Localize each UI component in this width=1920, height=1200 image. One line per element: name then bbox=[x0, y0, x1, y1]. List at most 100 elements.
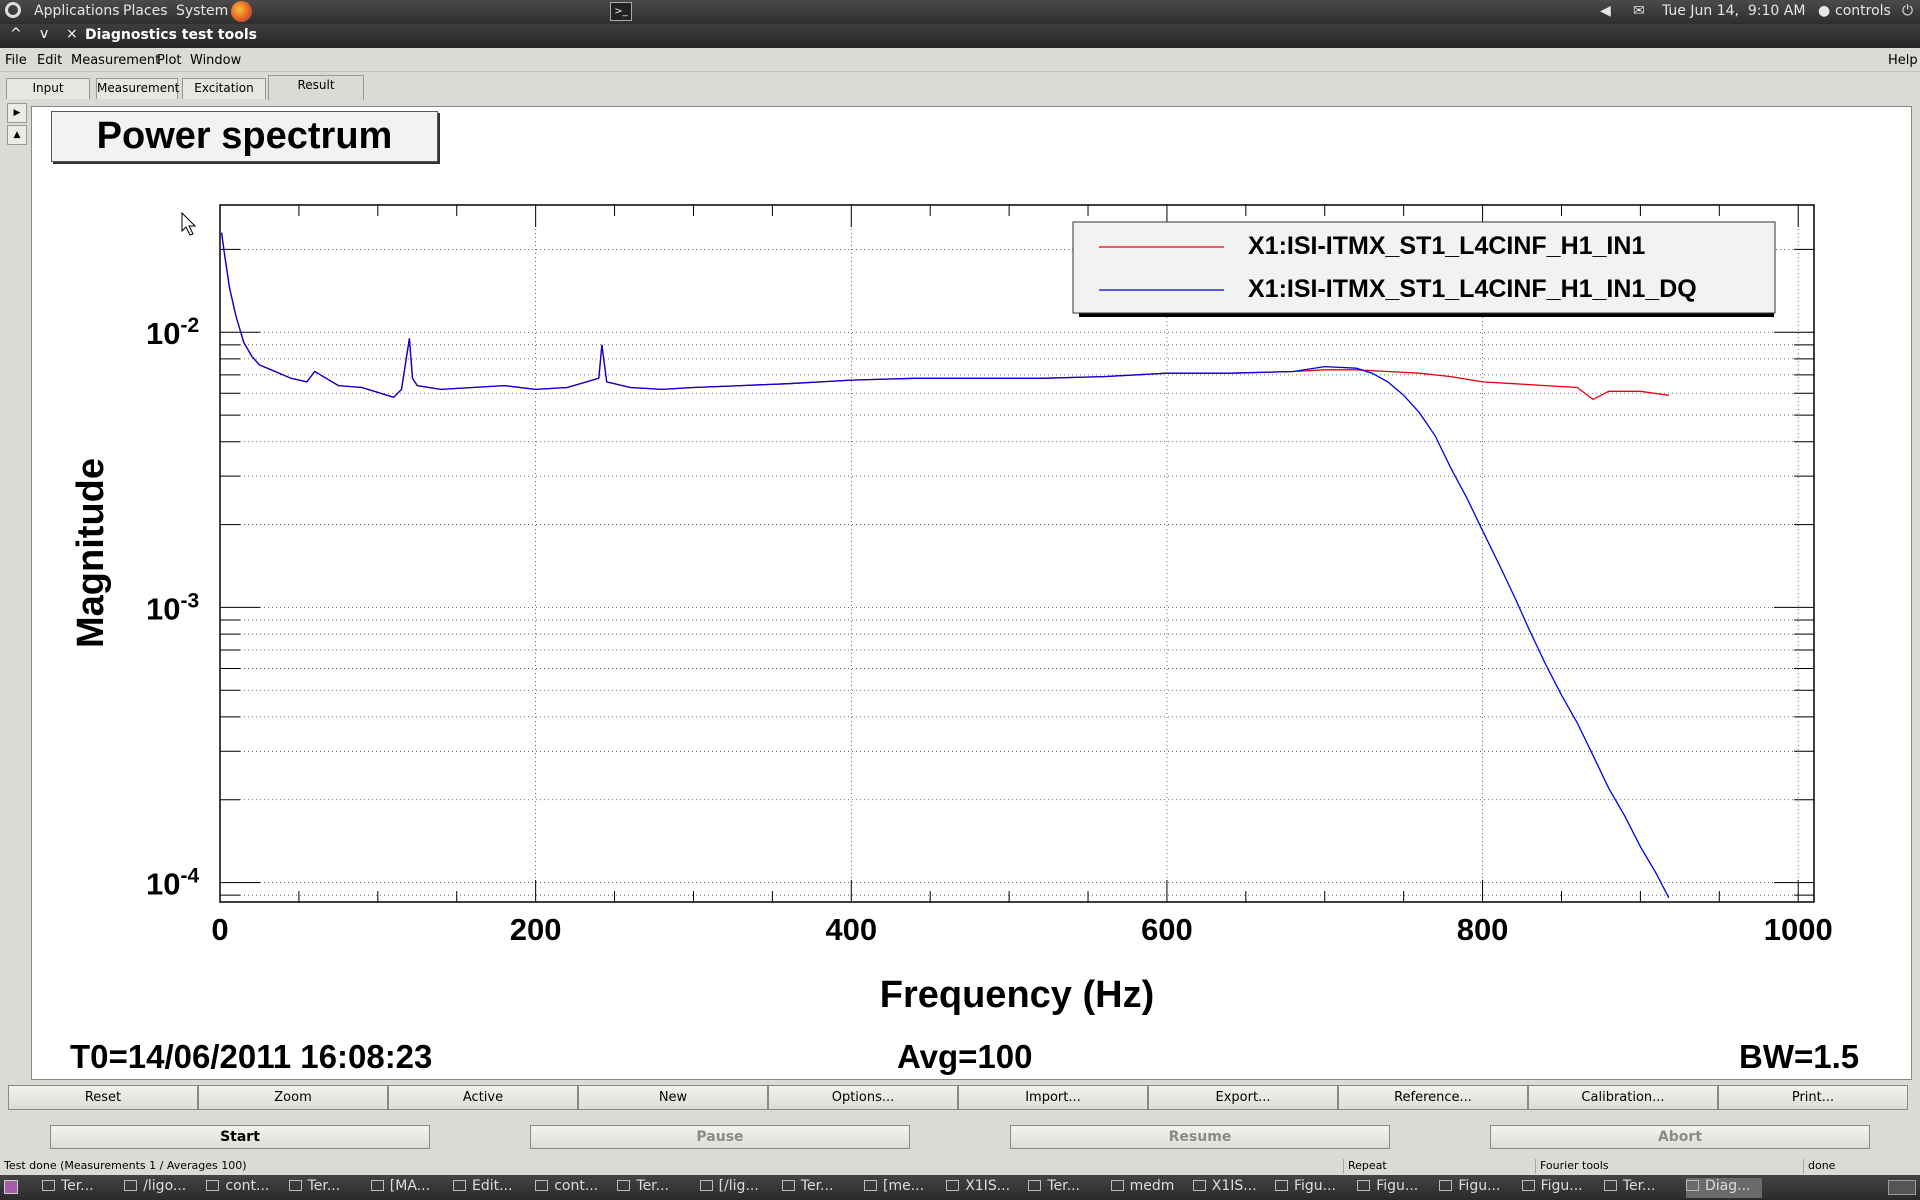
workspace-switcher[interactable] bbox=[1888, 1180, 1916, 1195]
window-title: Diagnostics test tools bbox=[85, 27, 257, 43]
window-icon bbox=[617, 1180, 631, 1191]
taskbar-item[interactable]: Ter... bbox=[42, 1178, 118, 1198]
import-button[interactable]: Import... bbox=[958, 1085, 1148, 1110]
taskbar-item-label: X1IS... bbox=[965, 1178, 1011, 1194]
taskbar-item-label: Ter... bbox=[800, 1178, 834, 1194]
chat-status-icon[interactable]: ● bbox=[1818, 3, 1830, 19]
taskbar-item[interactable]: cont... bbox=[206, 1178, 282, 1198]
power-icon[interactable]: ⏻ bbox=[1902, 3, 1913, 19]
applications-menu[interactable]: Applications bbox=[34, 3, 120, 19]
calibration-button[interactable]: Calibration... bbox=[1528, 1085, 1718, 1110]
abort-button[interactable]: Abort bbox=[1490, 1125, 1870, 1149]
taskbar-item[interactable]: X1IS... bbox=[1192, 1178, 1269, 1198]
volume-icon[interactable]: ◀ bbox=[1600, 3, 1611, 19]
menu-bar: File Edit Measurement Plot Window Help bbox=[0, 48, 1920, 72]
taskbar-item[interactable]: medm bbox=[1110, 1178, 1187, 1198]
taskbar-item-label: Figu... bbox=[1294, 1178, 1337, 1194]
reference-button[interactable]: Reference... bbox=[1338, 1085, 1528, 1110]
window-icon bbox=[1110, 1180, 1124, 1191]
taskbar-item-label: Ter... bbox=[1622, 1178, 1656, 1194]
minimize-button[interactable]: ^ bbox=[10, 26, 22, 42]
menu-plot[interactable]: Plot bbox=[157, 53, 182, 68]
taskbar-item[interactable]: Figu... bbox=[1439, 1178, 1515, 1198]
new-button[interactable]: New bbox=[578, 1085, 768, 1110]
plot-canvas[interactable] bbox=[31, 106, 1912, 1080]
window-icon bbox=[370, 1180, 384, 1191]
taskbar-item-label: Figu... bbox=[1376, 1178, 1419, 1194]
tab-excitation[interactable]: Excitation bbox=[182, 78, 266, 99]
taskbar-item[interactable]: Figu... bbox=[1357, 1178, 1433, 1198]
taskbar-item[interactable]: Figu... bbox=[1521, 1178, 1598, 1198]
taskbar-item-label: Ter... bbox=[61, 1178, 94, 1194]
bw-label: BW=1.5 bbox=[1739, 1038, 1860, 1075]
taskbar-item[interactable]: Edit... bbox=[453, 1178, 529, 1198]
taskbar-item-label: [me... bbox=[883, 1178, 925, 1194]
taskbar-item[interactable]: X1IS... bbox=[946, 1178, 1022, 1198]
pause-button[interactable]: Pause bbox=[530, 1125, 910, 1149]
ubuntu-logo-icon[interactable] bbox=[5, 2, 21, 18]
places-menu[interactable]: Places bbox=[123, 3, 168, 19]
tab-result[interactable]: Result bbox=[268, 75, 364, 100]
expand-arrow-icon[interactable]: ▶ bbox=[7, 103, 27, 123]
taskbar-item[interactable]: Ter... bbox=[617, 1178, 693, 1198]
window-icon bbox=[535, 1180, 549, 1191]
taskbar-item-label: Ter... bbox=[636, 1178, 669, 1194]
top-panel: Applications Places System >_ ◀ ✉ Tue Ju… bbox=[0, 0, 1920, 24]
taskbar-item[interactable]: Ter... bbox=[288, 1178, 365, 1198]
window-icon bbox=[1686, 1180, 1699, 1191]
taskbar-item[interactable]: [MA... bbox=[370, 1178, 447, 1198]
show-desktop-icon[interactable] bbox=[4, 1180, 18, 1194]
window-icon bbox=[699, 1180, 713, 1191]
terminal-launcher-icon[interactable]: >_ bbox=[610, 2, 632, 21]
taskbar-item[interactable]: [/lig... bbox=[699, 1178, 776, 1198]
maximize-button[interactable]: v bbox=[40, 26, 48, 42]
menu-window[interactable]: Window bbox=[190, 53, 241, 68]
taskbar-item[interactable]: cont... bbox=[535, 1178, 611, 1198]
tab-measurement[interactable]: Measurement bbox=[96, 78, 179, 99]
tab-input[interactable]: Input bbox=[6, 78, 90, 99]
taskbar-item[interactable]: Figu... bbox=[1275, 1178, 1351, 1198]
window-icon bbox=[1275, 1180, 1288, 1191]
taskbar-item[interactable]: Ter... bbox=[1603, 1178, 1680, 1198]
taskbar-item-label: Figu... bbox=[1540, 1178, 1583, 1194]
close-button[interactable]: × bbox=[66, 26, 78, 42]
taskbar-item[interactable]: Ter... bbox=[781, 1178, 858, 1198]
active-button[interactable]: Active bbox=[388, 1085, 578, 1110]
start-button[interactable]: Start bbox=[50, 1125, 430, 1149]
firefox-launcher-icon[interactable] bbox=[231, 1, 252, 22]
taskbar-item-label: Ter... bbox=[1047, 1178, 1080, 1194]
taskbar-item[interactable]: /ligo... bbox=[124, 1178, 200, 1198]
resume-button[interactable]: Resume bbox=[1010, 1125, 1390, 1149]
taskbar-item-label: medm bbox=[1129, 1178, 1175, 1194]
tab-bar: Input Measurement Excitation Result bbox=[0, 74, 1920, 100]
collapse-arrow-icon[interactable]: ▲ bbox=[7, 125, 27, 145]
clock[interactable]: Tue Jun 14, 9:10 AM bbox=[1662, 3, 1805, 19]
side-controls: ▶ ▲ bbox=[7, 103, 27, 147]
reset-button[interactable]: Reset bbox=[8, 1085, 198, 1110]
window-icon bbox=[1028, 1180, 1042, 1191]
status-state: done bbox=[1803, 1159, 1835, 1174]
t0-label: T0=14/06/2011 16:08:23 bbox=[70, 1038, 433, 1075]
taskbar-item-label: Figu... bbox=[1458, 1178, 1501, 1194]
menu-help[interactable]: Help bbox=[1888, 53, 1918, 68]
menu-edit[interactable]: Edit bbox=[37, 53, 62, 68]
taskbar-item[interactable]: Diag... bbox=[1686, 1178, 1763, 1198]
system-menu[interactable]: System bbox=[176, 3, 228, 19]
window-icon bbox=[946, 1180, 960, 1191]
options-button[interactable]: Options... bbox=[768, 1085, 958, 1110]
window-icon bbox=[1357, 1180, 1371, 1191]
window-titlebar: ^ v × Diagnostics test tools bbox=[0, 24, 1920, 48]
user-menu[interactable]: controls bbox=[1835, 3, 1891, 19]
window-icon bbox=[781, 1180, 795, 1191]
menu-measurement[interactable]: Measurement bbox=[71, 53, 160, 68]
print-button[interactable]: Print... bbox=[1718, 1085, 1908, 1110]
taskbar-item[interactable]: [me... bbox=[864, 1178, 940, 1198]
menu-file[interactable]: File bbox=[5, 53, 27, 68]
mail-icon[interactable]: ✉ bbox=[1633, 3, 1645, 19]
window-icon bbox=[288, 1180, 302, 1191]
taskbar-item[interactable]: Ter... bbox=[1028, 1178, 1104, 1198]
avg-label: Avg=100 bbox=[897, 1038, 1033, 1075]
plot-title: Power spectrum bbox=[51, 111, 438, 162]
zoom-button[interactable]: Zoom bbox=[198, 1085, 388, 1110]
export-button[interactable]: Export... bbox=[1148, 1085, 1338, 1110]
